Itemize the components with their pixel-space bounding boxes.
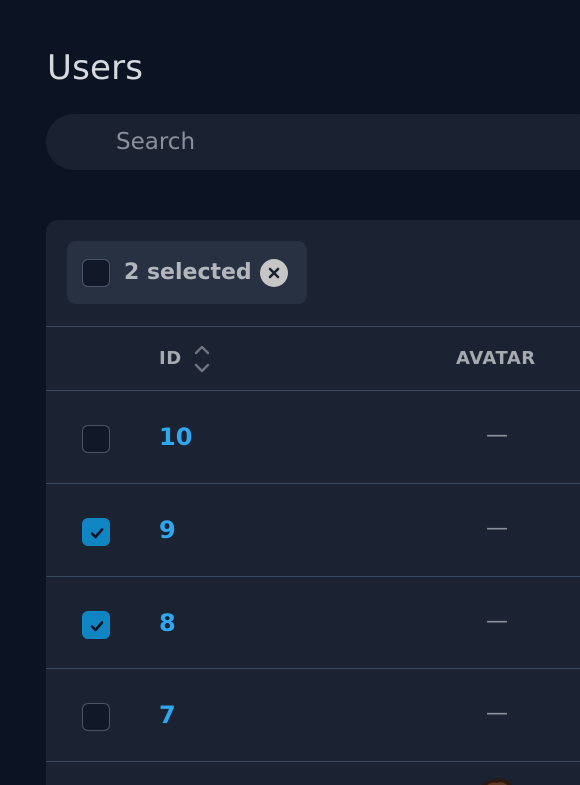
row-avatar-empty: —	[486, 609, 508, 634]
select-all-checkbox[interactable]	[82, 259, 110, 287]
check-icon	[90, 528, 104, 539]
row-id-link[interactable]: 8	[159, 608, 176, 638]
table-row[interactable]: 10 —	[46, 391, 580, 483]
sort-icon[interactable]	[194, 344, 210, 374]
divider	[46, 761, 580, 762]
page-title: Users	[47, 48, 144, 88]
column-header-avatar: AVATAR	[456, 348, 536, 369]
search-input[interactable]	[116, 114, 576, 170]
row-avatar-empty: —	[486, 701, 508, 726]
row-checkbox[interactable]	[82, 703, 110, 731]
check-icon	[90, 621, 104, 632]
row-id-link[interactable]: 7	[159, 700, 176, 730]
clear-selection-button[interactable]	[260, 259, 288, 287]
search-bar[interactable]	[46, 114, 580, 269]
row-checkbox[interactable]	[82, 425, 110, 453]
table-header: ID AVATAR	[46, 327, 580, 390]
table-row[interactable]: 7 —	[46, 669, 580, 761]
selection-count: 2 selected	[124, 260, 252, 285]
table-row[interactable]: 8 —	[46, 577, 580, 669]
table-row[interactable]: 9 —	[46, 484, 580, 576]
row-avatar-empty: —	[486, 423, 508, 448]
avatar-image	[481, 777, 513, 785]
row-checkbox[interactable]	[82, 611, 110, 639]
row-id-link[interactable]: 10	[159, 422, 192, 452]
users-page: Users 2 selected ID AVATAR	[0, 0, 580, 785]
row-checkbox[interactable]	[82, 518, 110, 546]
row-id-link[interactable]: 9	[159, 515, 176, 545]
bulk-selection-bar: 2 selected	[67, 241, 307, 304]
row-avatar-empty: —	[486, 516, 508, 541]
close-icon	[268, 267, 280, 279]
column-header-id[interactable]: ID	[159, 348, 182, 370]
users-table-panel: 2 selected ID AVATAR 10 — 9 — 8 — 7 —	[46, 220, 580, 785]
